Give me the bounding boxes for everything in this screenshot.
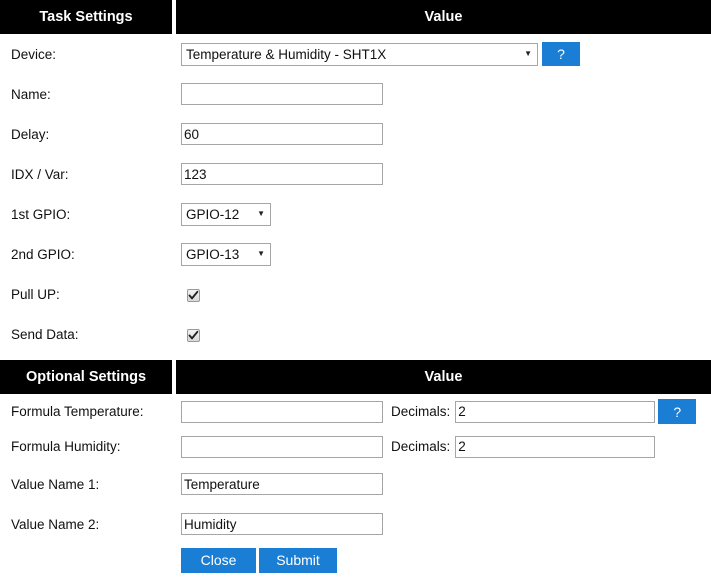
row-value-name-1: Value Name 1: bbox=[0, 464, 711, 504]
value-name-1-input[interactable] bbox=[181, 473, 383, 495]
send-data-checkbox[interactable] bbox=[187, 328, 200, 342]
gpio-2-select[interactable]: GPIO-13 ▼ bbox=[181, 242, 271, 266]
chevron-down-icon: ▼ bbox=[257, 249, 265, 258]
gpio-1-select[interactable]: GPIO-12 ▼ bbox=[181, 202, 271, 226]
name-label: Name: bbox=[11, 86, 51, 102]
delay-input[interactable] bbox=[181, 123, 383, 145]
temperature-decimals-label: Decimals: bbox=[391, 404, 451, 419]
idx-var-label: IDX / Var: bbox=[11, 166, 69, 182]
device-select-value: Temperature & Humidity - SHT1X bbox=[186, 46, 387, 62]
task-settings-value-header-label: Value bbox=[176, 0, 711, 34]
submit-button[interactable]: Submit bbox=[259, 547, 337, 573]
row-send-data: Send Data: bbox=[0, 314, 711, 354]
row-name: Name: bbox=[0, 74, 711, 114]
formula-temperature-input[interactable] bbox=[181, 400, 383, 423]
gpio-1-label: 1st GPIO: bbox=[11, 206, 71, 222]
chevron-down-icon: ▼ bbox=[524, 49, 532, 58]
form-actions: Close Submit bbox=[0, 544, 711, 576]
humidity-decimals-label: Decimals: bbox=[391, 439, 451, 454]
task-settings-header: Task Settings Value bbox=[0, 0, 711, 34]
optional-settings-help-button[interactable]: ? bbox=[658, 399, 697, 424]
pull-up-checkbox[interactable] bbox=[187, 288, 200, 302]
optional-settings-header-label: Optional Settings bbox=[0, 360, 172, 394]
formula-temperature-label: Formula Temperature: bbox=[11, 404, 144, 419]
chevron-down-icon: ▼ bbox=[257, 209, 265, 218]
gpio-2-label: 2nd GPIO: bbox=[11, 246, 75, 262]
device-label: Device: bbox=[11, 46, 57, 62]
value-name-2-label: Value Name 2: bbox=[11, 516, 100, 532]
row-gpio-1: 1st GPIO: GPIO-12 ▼ bbox=[0, 194, 711, 234]
temperature-decimals-input[interactable] bbox=[455, 400, 656, 423]
formula-humidity-label: Formula Humidity: bbox=[11, 439, 121, 454]
optional-settings-header: Optional Settings Value bbox=[0, 360, 711, 394]
row-formula-temperature: Formula Temperature: Decimals: ? bbox=[0, 394, 711, 429]
pull-up-label: Pull UP: bbox=[11, 286, 60, 302]
row-device: Device: Temperature & Humidity - SHT1X ▼… bbox=[0, 34, 711, 74]
row-idx-var: IDX / Var: bbox=[0, 154, 711, 194]
gpio-1-select-value: GPIO-12 bbox=[186, 206, 240, 222]
humidity-decimals-input[interactable] bbox=[455, 435, 656, 458]
checkmark-icon bbox=[188, 290, 199, 299]
task-settings-page: Task Settings Value Device: Temperature … bbox=[0, 0, 711, 582]
pull-up-checkbox-cell bbox=[181, 286, 383, 302]
idx-var-input[interactable] bbox=[181, 163, 383, 185]
row-value-name-2: Value Name 2: bbox=[0, 504, 711, 544]
optional-settings-value-header-label: Value bbox=[176, 360, 711, 394]
gpio-2-select-value: GPIO-13 bbox=[186, 246, 240, 262]
delay-label: Delay: bbox=[11, 126, 50, 142]
device-help-button[interactable]: ? bbox=[542, 42, 580, 66]
row-gpio-2: 2nd GPIO: GPIO-13 ▼ bbox=[0, 234, 711, 274]
send-data-checkbox-cell bbox=[181, 326, 383, 342]
formula-humidity-input[interactable] bbox=[181, 435, 383, 458]
device-select[interactable]: Temperature & Humidity - SHT1X ▼ bbox=[181, 42, 538, 66]
value-name-1-label: Value Name 1: bbox=[11, 476, 100, 492]
value-name-2-input[interactable] bbox=[181, 513, 383, 535]
send-data-label: Send Data: bbox=[11, 326, 79, 342]
row-delay: Delay: bbox=[0, 114, 711, 154]
row-pull-up: Pull UP: bbox=[0, 274, 711, 314]
task-settings-header-label: Task Settings bbox=[0, 0, 172, 34]
close-button[interactable]: Close bbox=[181, 547, 256, 573]
row-formula-humidity: Formula Humidity: Decimals: bbox=[0, 429, 711, 464]
name-input[interactable] bbox=[181, 83, 383, 105]
checkmark-icon bbox=[188, 330, 199, 339]
